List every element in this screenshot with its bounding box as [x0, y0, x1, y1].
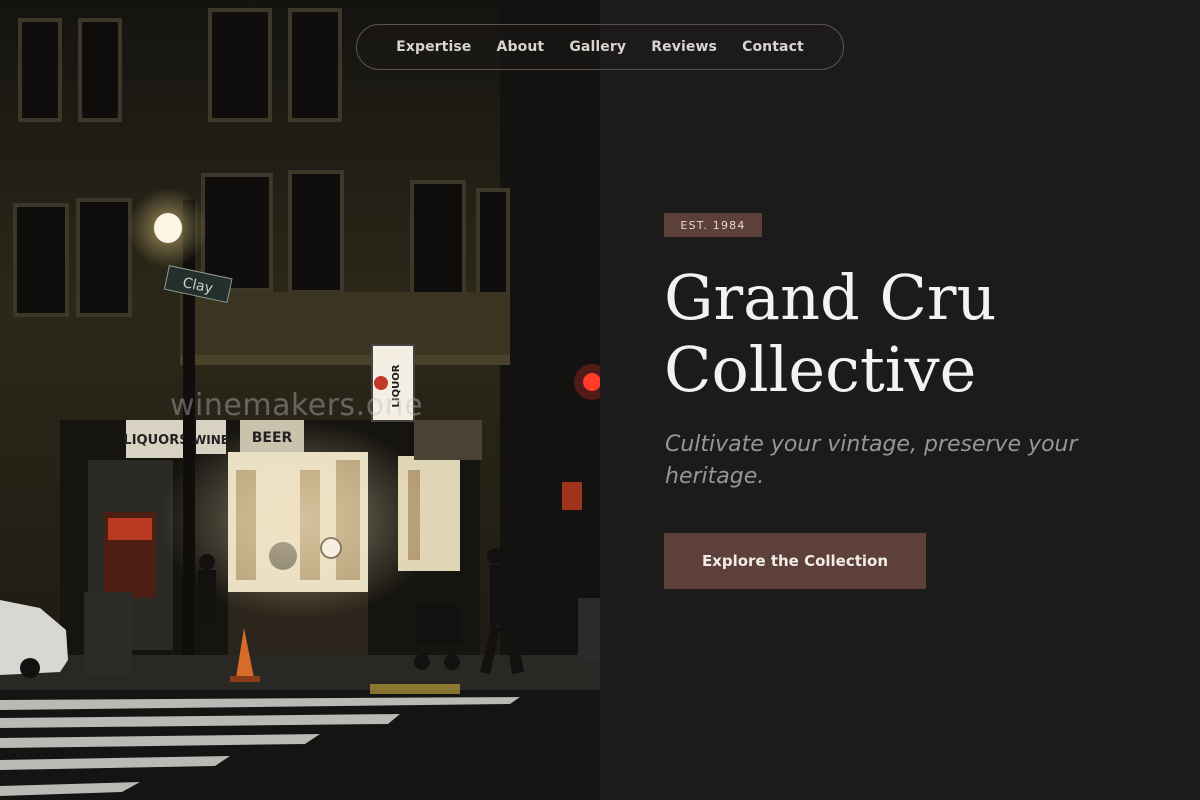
store-sign-liquors: LIQUORS [123, 433, 188, 448]
nav-item-expertise[interactable]: Expertise [396, 39, 471, 55]
nav-item-reviews[interactable]: Reviews [651, 39, 717, 55]
hero-subtitle: Cultivate your vintage, preserve your he… [665, 432, 1078, 489]
nav-item-about[interactable]: About [497, 39, 545, 55]
explore-collection-button[interactable]: Explore the Collection [664, 533, 926, 589]
watermark-text: winemakers.one [170, 388, 424, 423]
store-sign-wine: WINE [193, 433, 229, 447]
main-nav: Expertise About Gallery Reviews Contact [356, 24, 844, 70]
nav-item-gallery[interactable]: Gallery [569, 39, 626, 55]
page-title: Grand Cru Collective [664, 262, 1164, 406]
title-line-2: Collective [664, 333, 977, 406]
established-badge: EST. 1984 [664, 213, 762, 237]
title-line-1: Grand Cru [664, 261, 997, 334]
hero-photo: LIQUORS WINE BEER LIQUOR Clay winemakers… [0, 0, 600, 800]
nav-item-contact[interactable]: Contact [742, 39, 804, 55]
store-sign-beer: BEER [252, 430, 293, 446]
